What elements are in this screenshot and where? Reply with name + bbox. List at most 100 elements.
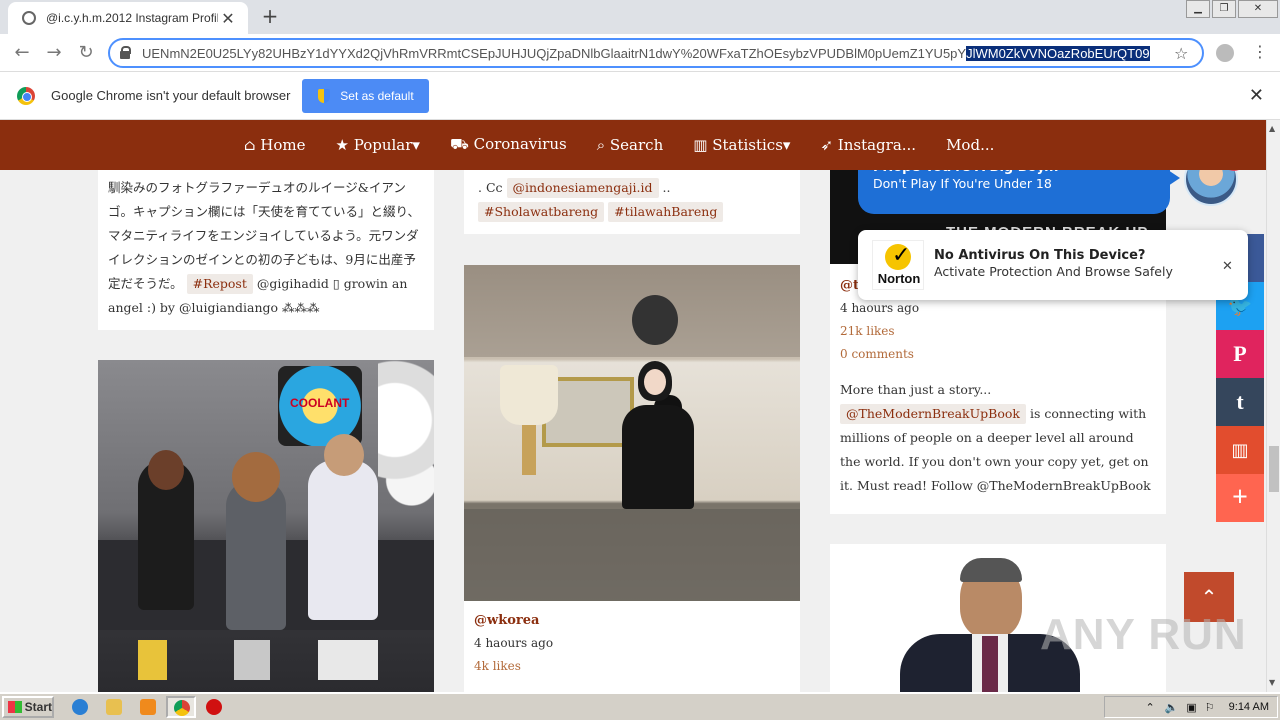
nav-search-label: Search	[609, 136, 664, 154]
popup-ad-norton[interactable]: ✓ Norton No Antivirus On This Device? Ac…	[858, 230, 1248, 300]
forward-button[interactable]: →	[42, 42, 66, 64]
share-more-button[interactable]: +	[1216, 474, 1264, 522]
tag-modernbreakup[interactable]: @TheModernBreakUpBook	[840, 404, 1026, 424]
infobar-close-icon[interactable]: ✕	[1249, 85, 1264, 106]
post-likes-3: 21k likes	[840, 324, 895, 338]
share-tumblr-button[interactable]: t	[1216, 378, 1264, 426]
blur-top	[464, 265, 800, 357]
nav-coronavirus-label: Coronavirus	[473, 135, 567, 153]
tag-separator: ..	[662, 180, 671, 195]
white-flowers	[378, 360, 434, 560]
maximize-button[interactable]: ❐	[1212, 0, 1236, 18]
home-icon: ⌂	[244, 136, 256, 154]
tag-indonesiamengaji[interactable]: @indonesiamengaji.id	[506, 178, 659, 198]
tab-close-icon[interactable]: ✕	[218, 9, 238, 28]
search-icon: ⌕	[596, 136, 606, 154]
shield-icon	[318, 88, 331, 103]
scroll-up-icon[interactable]: ▲	[1269, 124, 1275, 133]
anyrun-watermark: ANY RUN	[1040, 610, 1247, 659]
shadow-head	[632, 295, 678, 345]
minimize-button[interactable]: ▁	[1186, 0, 1210, 18]
bookmark-star-icon[interactable]: ☆	[1174, 44, 1188, 63]
profile-avatar-icon[interactable]	[1216, 44, 1234, 62]
norton-wordmark: Norton	[877, 271, 921, 286]
head-right	[324, 434, 364, 476]
start-button[interactable]: Start	[2, 696, 54, 718]
ambulance-icon: ⛟	[449, 135, 469, 153]
back-button[interactable]: ←	[10, 42, 34, 64]
scroll-thumb[interactable]	[1269, 446, 1279, 492]
share-pinterest-button[interactable]: P	[1216, 330, 1264, 378]
system-tray: ⌃ 🔈 ▣ ⚐ 9:14 AM	[1104, 696, 1278, 718]
nav-models[interactable]: Mod...	[946, 136, 994, 154]
ad2-subline: Activate Protection And Browse Safely	[934, 264, 1173, 279]
nav-home-label: Home	[260, 136, 306, 154]
caption-text-jp: 馴染みのフォトグラファーデュオのルイージ&イアンゴ。キャプション欄には「天使を育…	[108, 180, 421, 291]
explorer-icon[interactable]	[106, 699, 122, 715]
address-bar[interactable]: UENmN2E0U25LYy82UHBzY1dYYXd2QjVhRmVRRmtC…	[108, 38, 1204, 68]
chrome-logo-icon	[17, 86, 35, 105]
nav-statistics-label: Statistics	[712, 136, 783, 154]
ad1-subline: Don't Play If You're Under 18	[873, 176, 1052, 191]
browser-toolbar: ← → ↻ UENmN2E0U25LYy82UHBzY1dYYXd2QjVhRm…	[0, 34, 1280, 72]
alert-app-icon[interactable]	[206, 699, 222, 715]
network-icon[interactable]: ▣	[1186, 701, 1196, 714]
post-comments-3[interactable]: 0 comments	[840, 343, 1156, 366]
post-likes: 4k likes	[474, 659, 521, 673]
nav-instagram[interactable]: ➶ Instagra...	[820, 136, 916, 154]
nav-search[interactable]: ⌕ Search	[597, 136, 664, 154]
post-caption: 馴染みのフォトグラファーデュオのルイージ&イアンゴ。キャプション欄には「天使を育…	[108, 176, 424, 320]
woman-dress	[622, 405, 694, 509]
nav-coronavirus[interactable]: ⛟ Coronavirus	[450, 135, 567, 155]
head-left	[148, 450, 184, 490]
ie-icon[interactable]	[72, 699, 88, 715]
tray-arrow-icon[interactable]: ⌃	[1145, 701, 1154, 714]
legs-shoes	[138, 640, 378, 680]
clock: 9:14 AM	[1228, 701, 1269, 713]
woman-face	[644, 369, 666, 395]
start-label: Start	[24, 700, 52, 714]
flag-icon[interactable]: ⚐	[1205, 701, 1215, 714]
close-window-button[interactable]: ✕	[1238, 0, 1278, 18]
url-selected: JlWM0ZkVVNOazRobEUrQT09	[966, 45, 1150, 61]
post-time-3: 4 haours ago	[840, 301, 920, 315]
tag-tilawahbareng[interactable]: #tilawahBareng	[608, 202, 724, 222]
browser-menu-icon[interactable]: ⋮	[1252, 42, 1268, 61]
post-photo-wkorea[interactable]	[464, 265, 800, 601]
head-middle	[232, 452, 280, 502]
share-mix-button[interactable]: ▥	[1216, 426, 1264, 474]
post-photo-three-men[interactable]: COOLANT	[98, 360, 434, 692]
tag-list: . Cc @indonesiamengaji.id .. #Sholawatba…	[478, 176, 786, 224]
page-scrollbar[interactable]: ▲ ▼	[1266, 120, 1280, 692]
nav-statistics[interactable]: ▥ Statistics▾	[693, 136, 790, 154]
url-text[interactable]: UENmN2E0U25LYy82UHBzY1dYYXd2QjVhRmVRRmtC…	[142, 45, 1166, 61]
new-tab-button[interactable]: +	[258, 4, 282, 28]
browser-tab[interactable]: @i.c.y.h.m.2012 Instagram Profile | ✕	[8, 2, 248, 34]
hashtag-repost[interactable]: #Repost	[186, 274, 253, 294]
scroll-down-icon[interactable]: ▼	[1269, 678, 1275, 687]
speaker-icon[interactable]: 🔈	[1165, 701, 1179, 714]
lamp-shade	[500, 365, 558, 425]
default-browser-infobar: Google Chrome isn't your default browser…	[0, 72, 1280, 120]
man-hair	[960, 558, 1022, 582]
chrome-icon	[174, 700, 190, 716]
man-right	[308, 460, 378, 620]
media-player-icon[interactable]	[140, 699, 156, 715]
post-handle[interactable]: @wkorea	[474, 609, 790, 632]
set-default-button[interactable]: Set as default	[302, 78, 430, 113]
man-tie	[982, 636, 998, 692]
url-plain: UENmN2E0U25LYy82UHBzY1dYYXd2QjVhRmVRRmtC…	[142, 45, 967, 61]
lamp-stand	[522, 425, 536, 475]
windows-flag-icon	[8, 701, 22, 713]
reload-button[interactable]: ↻	[74, 42, 98, 64]
nav-popular[interactable]: ★ Popular▾	[335, 136, 419, 154]
windows-taskbar: Start ⌃ 🔈 ▣ ⚐ 9:14 AM	[0, 692, 1280, 720]
tag-sholawatbareng[interactable]: #Sholawatbareng	[478, 202, 605, 222]
ad2-close-icon[interactable]: ✕	[1222, 259, 1233, 274]
post-card-text-3: @t... 4 haours ago 21k likes 0 comments …	[830, 264, 1166, 514]
nav-home[interactable]: ⌂ Home	[244, 136, 305, 154]
caption-a: More than just a story...	[840, 382, 992, 397]
blur-bottom	[464, 509, 800, 601]
chrome-taskbar-item[interactable]	[166, 696, 196, 718]
post-meta-wkorea: @wkorea 4 haours ago 4k likes	[464, 601, 800, 692]
